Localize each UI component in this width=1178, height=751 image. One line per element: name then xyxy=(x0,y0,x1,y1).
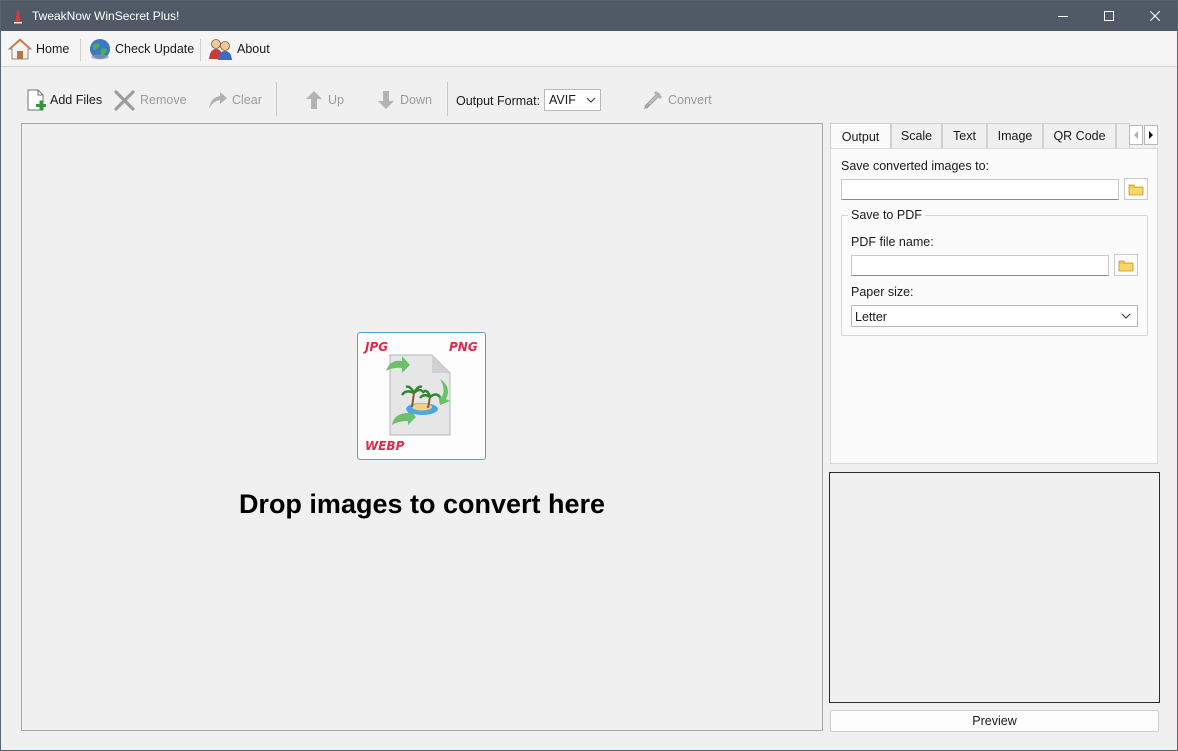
chevron-down-icon xyxy=(586,97,596,103)
chevron-down-icon xyxy=(1121,313,1131,319)
users-icon xyxy=(209,39,232,60)
convert-label: Convert xyxy=(668,93,712,107)
menu-separator xyxy=(80,39,81,61)
maximize-button[interactable] xyxy=(1086,1,1132,31)
arrow-up-icon xyxy=(306,91,322,109)
remove-x-icon xyxy=(114,90,135,111)
tab-scroll-right[interactable] xyxy=(1144,125,1158,145)
app-icon xyxy=(14,9,22,24)
menu-home-label: Home xyxy=(36,42,70,56)
clear-button[interactable]: Clear xyxy=(205,87,262,113)
output-format-value: AVIF xyxy=(549,93,576,107)
chevron-right-icon xyxy=(1149,131,1153,139)
image-file-icon xyxy=(386,354,451,436)
drop-image-icon: JPG PNG WEBP xyxy=(357,332,486,460)
toolbar: Add Files Remove Clear Up Down Output Fo… xyxy=(1,68,1177,122)
pdf-file-name-input[interactable] xyxy=(851,255,1109,276)
toolbar-separator xyxy=(276,82,277,116)
paper-size-select[interactable]: Letter xyxy=(851,305,1138,327)
paper-size-label: Paper size: xyxy=(851,285,914,299)
menu-home[interactable]: Home xyxy=(7,36,69,62)
menu-check-update[interactable]: Check Update xyxy=(88,36,194,62)
convert-icon xyxy=(643,91,662,110)
window-title: TweakNow WinSecret Plus! xyxy=(32,9,180,23)
folder-icon xyxy=(1128,184,1144,195)
menu-about-label: About xyxy=(237,42,270,56)
title-bar: TweakNow WinSecret Plus! xyxy=(1,1,1177,31)
save-folder-input[interactable] xyxy=(841,179,1119,200)
tab-overflow[interactable] xyxy=(1116,123,1130,148)
close-icon xyxy=(1150,11,1160,21)
convert-button[interactable]: Convert xyxy=(641,87,712,113)
preview-button[interactable]: Preview xyxy=(830,710,1159,732)
tab-qr-code[interactable]: QR Code xyxy=(1043,123,1116,148)
add-files-button[interactable]: Add Files xyxy=(25,87,102,113)
browse-pdf-file-button[interactable] xyxy=(1114,254,1138,276)
menu-bar: Home Check Update About xyxy=(1,31,1177,67)
down-button[interactable]: Down xyxy=(375,87,432,113)
up-button[interactable]: Up xyxy=(303,87,344,113)
output-format-label: Output Format: xyxy=(456,94,541,108)
up-label: Up xyxy=(328,93,344,107)
minimize-button[interactable] xyxy=(1040,1,1086,31)
menu-separator xyxy=(200,39,201,61)
save-to-pdf-title: Save to PDF xyxy=(848,208,925,222)
add-files-label: Add Files xyxy=(50,93,103,107)
output-format-select[interactable]: AVIF xyxy=(544,89,601,111)
drop-instruction: Drop images to convert here xyxy=(238,489,606,519)
chevron-left-icon xyxy=(1134,131,1138,139)
remove-label: Remove xyxy=(140,93,187,107)
maximize-icon xyxy=(1104,11,1114,21)
folder-icon xyxy=(1118,260,1134,271)
tab-image[interactable]: Image xyxy=(987,123,1043,148)
arrow-down-icon xyxy=(378,91,394,109)
toolbar-separator xyxy=(447,82,448,116)
minimize-icon xyxy=(1058,16,1068,17)
menu-check-update-label: Check Update xyxy=(115,42,195,56)
pdf-file-name-label: PDF file name: xyxy=(851,235,934,249)
webp-label: WEBP xyxy=(365,439,405,453)
save-to-label: Save converted images to: xyxy=(841,159,989,173)
tab-scale[interactable]: Scale xyxy=(891,123,942,148)
settings-tabs: Output Scale Text Image QR Code xyxy=(830,123,1158,149)
save-to-pdf-group: Save to PDF PDF file name: Paper size: L… xyxy=(841,208,1148,336)
close-button[interactable] xyxy=(1132,1,1178,31)
globe-icon xyxy=(90,39,110,60)
remove-button[interactable]: Remove xyxy=(113,87,187,113)
paper-size-value: Letter xyxy=(855,310,887,324)
tab-output[interactable]: Output xyxy=(830,123,891,149)
preview-area xyxy=(829,472,1160,703)
browse-save-folder-button[interactable] xyxy=(1124,178,1148,200)
clear-arrow-icon xyxy=(209,92,227,109)
clear-label: Clear xyxy=(232,93,262,107)
add-file-icon xyxy=(27,89,46,111)
house-icon xyxy=(7,38,33,60)
tab-scroll-left[interactable] xyxy=(1129,125,1143,145)
drop-zone[interactable]: JPG PNG WEBP Drop images to convert here xyxy=(21,123,823,731)
app-window: TweakNow WinSecret Plus! Home Check Upda… xyxy=(0,0,1178,751)
menu-about[interactable]: About xyxy=(208,36,270,62)
down-label: Down xyxy=(400,93,432,107)
tab-text[interactable]: Text xyxy=(942,123,987,148)
output-tab-panel: Save converted images to: Save to PDF PD… xyxy=(830,148,1158,464)
